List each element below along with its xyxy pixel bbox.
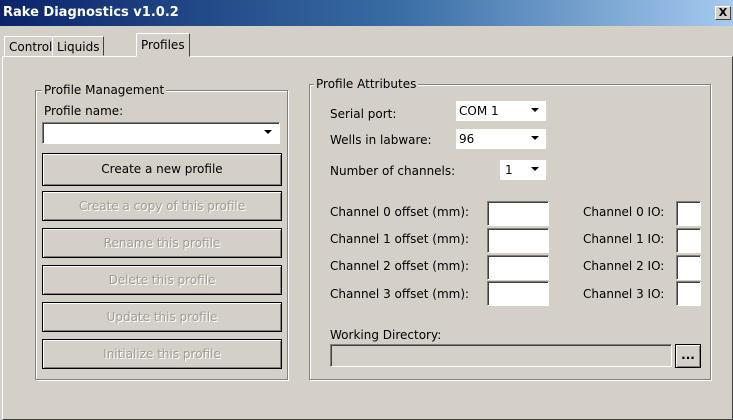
create-new-profile-button[interactable]: Create a new profile bbox=[42, 153, 282, 186]
working-directory-input[interactable] bbox=[330, 344, 672, 367]
chevron-down-icon[interactable] bbox=[527, 102, 543, 118]
channel-0-offset-input[interactable] bbox=[487, 201, 549, 226]
profile-management-legend: Profile Management bbox=[42, 83, 167, 97]
window-title: Rake Diagnostics v1.0.2 bbox=[3, 5, 179, 20]
profile-name-label: Profile name: bbox=[44, 104, 124, 118]
wells-combo[interactable]: 96 bbox=[456, 129, 546, 149]
chevron-down-icon[interactable] bbox=[527, 130, 543, 146]
browse-directory-button[interactable]: ... bbox=[675, 344, 701, 368]
channel-3-io-label: Channel 3 IO: bbox=[583, 287, 665, 301]
tab-profiles[interactable]: Profiles bbox=[136, 33, 190, 57]
channel-3-offset-label: Channel 3 offset (mm): bbox=[330, 287, 470, 301]
channels-value: 1 bbox=[505, 163, 513, 177]
tab-liquids[interactable]: Liquids bbox=[52, 36, 105, 56]
profile-name-combo[interactable] bbox=[42, 122, 280, 144]
channel-2-io-input[interactable] bbox=[676, 255, 701, 280]
channel-0-io-input[interactable] bbox=[676, 201, 701, 226]
wells-value: 96 bbox=[459, 132, 475, 146]
delete-profile-button[interactable]: Delete this profile bbox=[42, 265, 282, 295]
channel-0-io-label: Channel 0 IO: bbox=[583, 205, 665, 219]
rename-profile-button[interactable]: Rename this profile bbox=[42, 228, 282, 258]
channel-1-offset-input[interactable] bbox=[487, 228, 549, 253]
working-directory-label: Working Directory: bbox=[330, 328, 442, 342]
close-button[interactable]: X bbox=[715, 6, 731, 20]
serial-port-value: COM 1 bbox=[459, 104, 499, 118]
channel-1-io-input[interactable] bbox=[676, 228, 701, 253]
update-profile-button[interactable]: Update this profile bbox=[42, 302, 282, 332]
channel-2-offset-label: Channel 2 offset (mm): bbox=[330, 259, 470, 273]
profile-attributes-legend: Profile Attributes bbox=[314, 77, 419, 91]
title-bar: Rake Diagnostics v1.0.2 X bbox=[0, 0, 733, 26]
chevron-down-icon[interactable] bbox=[260, 124, 276, 140]
channels-combo[interactable]: 1 bbox=[500, 160, 546, 180]
serial-port-combo[interactable]: COM 1 bbox=[456, 101, 546, 121]
channel-2-offset-input[interactable] bbox=[487, 255, 549, 280]
wells-label: Wells in labware: bbox=[330, 133, 432, 147]
channel-3-io-input[interactable] bbox=[676, 281, 701, 306]
channel-1-io-label: Channel 1 IO: bbox=[583, 232, 665, 246]
create-copy-profile-button[interactable]: Create a copy of this profile bbox=[42, 191, 282, 221]
channel-1-offset-label: Channel 1 offset (mm): bbox=[330, 232, 470, 246]
initialize-profile-button[interactable]: Initialize this profile bbox=[42, 339, 282, 369]
serial-port-label: Serial port: bbox=[330, 107, 397, 121]
chevron-down-icon[interactable] bbox=[527, 161, 543, 177]
channel-0-offset-label: Channel 0 offset (mm): bbox=[330, 205, 470, 219]
channels-label: Number of channels: bbox=[330, 164, 456, 178]
channel-3-offset-input[interactable] bbox=[487, 281, 549, 306]
channel-2-io-label: Channel 2 IO: bbox=[583, 259, 665, 273]
